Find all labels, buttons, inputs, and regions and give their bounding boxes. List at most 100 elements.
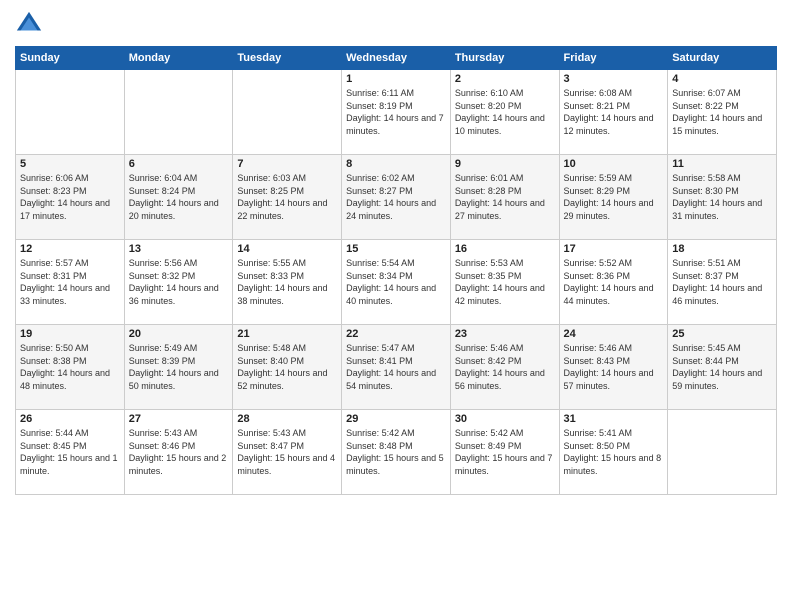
day-number: 13	[129, 243, 229, 255]
calendar-cell: 24 Sunrise: 5:46 AMSunset: 8:43 PMDaylig…	[559, 325, 668, 410]
calendar-cell: 16 Sunrise: 5:53 AMSunset: 8:35 PMDaylig…	[450, 240, 559, 325]
weekday-header: Friday	[559, 47, 668, 70]
calendar-cell: 10 Sunrise: 5:59 AMSunset: 8:29 PMDaylig…	[559, 155, 668, 240]
logo	[15, 10, 47, 38]
day-info: Sunrise: 5:57 AMSunset: 8:31 PMDaylight:…	[20, 257, 120, 307]
calendar-cell: 4 Sunrise: 6:07 AMSunset: 8:22 PMDayligh…	[668, 70, 777, 155]
day-info: Sunrise: 5:50 AMSunset: 8:38 PMDaylight:…	[20, 342, 120, 392]
day-number: 30	[455, 413, 555, 425]
day-number: 26	[20, 413, 120, 425]
weekday-header: Tuesday	[233, 47, 342, 70]
day-number: 9	[455, 158, 555, 170]
day-info: Sunrise: 6:10 AMSunset: 8:20 PMDaylight:…	[455, 87, 555, 137]
calendar-cell: 14 Sunrise: 5:55 AMSunset: 8:33 PMDaylig…	[233, 240, 342, 325]
day-number: 18	[672, 243, 772, 255]
day-info: Sunrise: 5:42 AMSunset: 8:49 PMDaylight:…	[455, 427, 555, 477]
header	[15, 10, 777, 38]
day-number: 27	[129, 413, 229, 425]
calendar-cell: 2 Sunrise: 6:10 AMSunset: 8:20 PMDayligh…	[450, 70, 559, 155]
calendar-cell: 26 Sunrise: 5:44 AMSunset: 8:45 PMDaylig…	[16, 410, 125, 495]
day-number: 29	[346, 413, 446, 425]
calendar-week-row: 12 Sunrise: 5:57 AMSunset: 8:31 PMDaylig…	[16, 240, 777, 325]
day-info: Sunrise: 5:46 AMSunset: 8:42 PMDaylight:…	[455, 342, 555, 392]
calendar-cell: 11 Sunrise: 5:58 AMSunset: 8:30 PMDaylig…	[668, 155, 777, 240]
day-info: Sunrise: 5:55 AMSunset: 8:33 PMDaylight:…	[237, 257, 337, 307]
calendar-cell: 20 Sunrise: 5:49 AMSunset: 8:39 PMDaylig…	[124, 325, 233, 410]
day-info: Sunrise: 6:08 AMSunset: 8:21 PMDaylight:…	[564, 87, 664, 137]
calendar-week-row: 1 Sunrise: 6:11 AMSunset: 8:19 PMDayligh…	[16, 70, 777, 155]
day-number: 24	[564, 328, 664, 340]
day-info: Sunrise: 5:56 AMSunset: 8:32 PMDaylight:…	[129, 257, 229, 307]
calendar-cell: 19 Sunrise: 5:50 AMSunset: 8:38 PMDaylig…	[16, 325, 125, 410]
day-number: 12	[20, 243, 120, 255]
day-info: Sunrise: 6:03 AMSunset: 8:25 PMDaylight:…	[237, 172, 337, 222]
day-info: Sunrise: 6:07 AMSunset: 8:22 PMDaylight:…	[672, 87, 772, 137]
calendar-cell: 5 Sunrise: 6:06 AMSunset: 8:23 PMDayligh…	[16, 155, 125, 240]
calendar-week-row: 19 Sunrise: 5:50 AMSunset: 8:38 PMDaylig…	[16, 325, 777, 410]
day-number: 2	[455, 73, 555, 85]
calendar-week-row: 26 Sunrise: 5:44 AMSunset: 8:45 PMDaylig…	[16, 410, 777, 495]
logo-icon	[15, 10, 43, 38]
day-number: 14	[237, 243, 337, 255]
calendar-cell: 8 Sunrise: 6:02 AMSunset: 8:27 PMDayligh…	[342, 155, 451, 240]
day-number: 16	[455, 243, 555, 255]
day-number: 25	[672, 328, 772, 340]
day-info: Sunrise: 5:59 AMSunset: 8:29 PMDaylight:…	[564, 172, 664, 222]
calendar-cell: 1 Sunrise: 6:11 AMSunset: 8:19 PMDayligh…	[342, 70, 451, 155]
day-info: Sunrise: 5:49 AMSunset: 8:39 PMDaylight:…	[129, 342, 229, 392]
day-info: Sunrise: 5:42 AMSunset: 8:48 PMDaylight:…	[346, 427, 446, 477]
calendar-cell: 29 Sunrise: 5:42 AMSunset: 8:48 PMDaylig…	[342, 410, 451, 495]
day-number: 17	[564, 243, 664, 255]
calendar-cell: 25 Sunrise: 5:45 AMSunset: 8:44 PMDaylig…	[668, 325, 777, 410]
day-number: 8	[346, 158, 446, 170]
day-info: Sunrise: 5:43 AMSunset: 8:46 PMDaylight:…	[129, 427, 229, 477]
weekday-header: Thursday	[450, 47, 559, 70]
calendar-cell: 6 Sunrise: 6:04 AMSunset: 8:24 PMDayligh…	[124, 155, 233, 240]
day-number: 4	[672, 73, 772, 85]
day-info: Sunrise: 6:04 AMSunset: 8:24 PMDaylight:…	[129, 172, 229, 222]
calendar-cell: 21 Sunrise: 5:48 AMSunset: 8:40 PMDaylig…	[233, 325, 342, 410]
weekday-header: Sunday	[16, 47, 125, 70]
day-info: Sunrise: 5:46 AMSunset: 8:43 PMDaylight:…	[564, 342, 664, 392]
weekday-header: Wednesday	[342, 47, 451, 70]
calendar-cell: 13 Sunrise: 5:56 AMSunset: 8:32 PMDaylig…	[124, 240, 233, 325]
day-number: 7	[237, 158, 337, 170]
calendar-cell: 30 Sunrise: 5:42 AMSunset: 8:49 PMDaylig…	[450, 410, 559, 495]
weekday-header: Saturday	[668, 47, 777, 70]
calendar-table: SundayMondayTuesdayWednesdayThursdayFrid…	[15, 46, 777, 495]
day-info: Sunrise: 6:06 AMSunset: 8:23 PMDaylight:…	[20, 172, 120, 222]
page: SundayMondayTuesdayWednesdayThursdayFrid…	[0, 0, 792, 612]
calendar-cell	[668, 410, 777, 495]
calendar-cell: 31 Sunrise: 5:41 AMSunset: 8:50 PMDaylig…	[559, 410, 668, 495]
day-number: 11	[672, 158, 772, 170]
day-info: Sunrise: 5:41 AMSunset: 8:50 PMDaylight:…	[564, 427, 664, 477]
day-number: 5	[20, 158, 120, 170]
day-info: Sunrise: 5:45 AMSunset: 8:44 PMDaylight:…	[672, 342, 772, 392]
day-info: Sunrise: 6:01 AMSunset: 8:28 PMDaylight:…	[455, 172, 555, 222]
day-number: 21	[237, 328, 337, 340]
day-info: Sunrise: 5:52 AMSunset: 8:36 PMDaylight:…	[564, 257, 664, 307]
calendar-cell: 18 Sunrise: 5:51 AMSunset: 8:37 PMDaylig…	[668, 240, 777, 325]
calendar-cell	[233, 70, 342, 155]
calendar-week-row: 5 Sunrise: 6:06 AMSunset: 8:23 PMDayligh…	[16, 155, 777, 240]
day-info: Sunrise: 5:53 AMSunset: 8:35 PMDaylight:…	[455, 257, 555, 307]
day-info: Sunrise: 5:54 AMSunset: 8:34 PMDaylight:…	[346, 257, 446, 307]
calendar-cell: 17 Sunrise: 5:52 AMSunset: 8:36 PMDaylig…	[559, 240, 668, 325]
day-info: Sunrise: 5:44 AMSunset: 8:45 PMDaylight:…	[20, 427, 120, 477]
calendar-cell: 28 Sunrise: 5:43 AMSunset: 8:47 PMDaylig…	[233, 410, 342, 495]
day-info: Sunrise: 5:48 AMSunset: 8:40 PMDaylight:…	[237, 342, 337, 392]
day-number: 19	[20, 328, 120, 340]
weekday-header: Monday	[124, 47, 233, 70]
day-number: 23	[455, 328, 555, 340]
calendar-cell: 3 Sunrise: 6:08 AMSunset: 8:21 PMDayligh…	[559, 70, 668, 155]
day-number: 10	[564, 158, 664, 170]
day-info: Sunrise: 6:11 AMSunset: 8:19 PMDaylight:…	[346, 87, 446, 137]
calendar-cell: 9 Sunrise: 6:01 AMSunset: 8:28 PMDayligh…	[450, 155, 559, 240]
day-number: 1	[346, 73, 446, 85]
day-info: Sunrise: 6:02 AMSunset: 8:27 PMDaylight:…	[346, 172, 446, 222]
calendar-cell: 27 Sunrise: 5:43 AMSunset: 8:46 PMDaylig…	[124, 410, 233, 495]
day-number: 3	[564, 73, 664, 85]
calendar-cell: 22 Sunrise: 5:47 AMSunset: 8:41 PMDaylig…	[342, 325, 451, 410]
day-info: Sunrise: 5:47 AMSunset: 8:41 PMDaylight:…	[346, 342, 446, 392]
day-info: Sunrise: 5:43 AMSunset: 8:47 PMDaylight:…	[237, 427, 337, 477]
